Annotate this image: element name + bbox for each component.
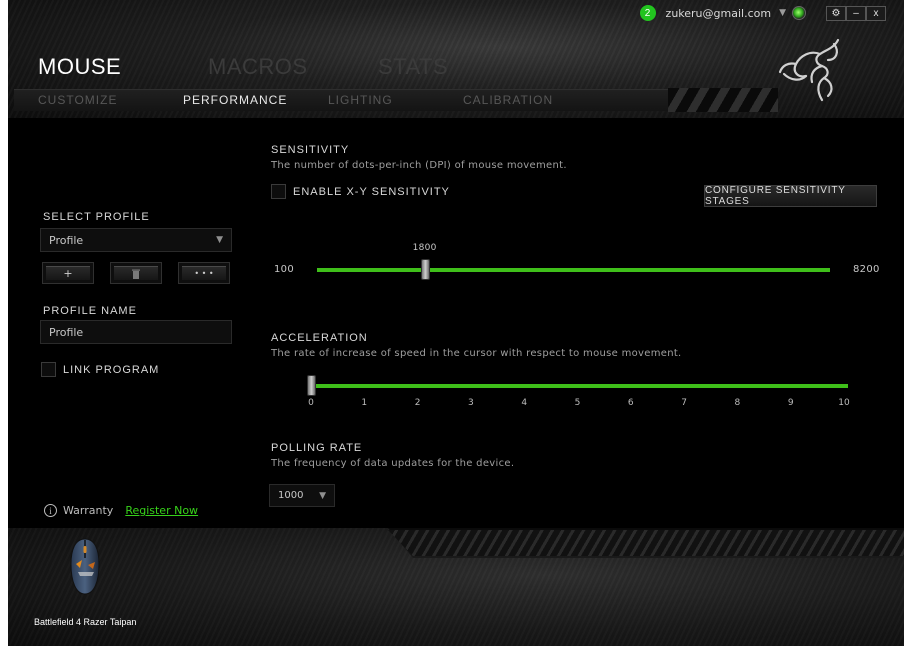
- polling-rate-select[interactable]: 1000 ▼: [269, 484, 335, 507]
- sub-tabs: CUSTOMIZE PERFORMANCE LIGHTING CALIBRATI…: [38, 93, 608, 107]
- select-profile-label: SELECT PROFILE: [43, 211, 150, 223]
- razer-logo-icon: [778, 38, 840, 102]
- acceleration-tick-label: 6: [627, 398, 634, 408]
- acceleration-tick-label: 7: [681, 398, 687, 408]
- configure-sensitivity-stages-button[interactable]: CONFIGURE SENSITIVITY STAGES: [704, 185, 877, 207]
- main-tabs: MOUSE MACROS STATS: [38, 54, 548, 80]
- acceleration-tick-label: 9: [787, 398, 794, 408]
- notification-badge[interactable]: 2: [639, 5, 656, 21]
- link-program-checkbox[interactable]: [41, 362, 56, 377]
- sensitivity-slider-track[interactable]: [317, 268, 830, 272]
- title-bar: 2 zukeru@gmail.com ▼ ⚙ – x: [639, 5, 886, 21]
- profile-select-value: Profile: [49, 233, 84, 247]
- profile-name-field[interactable]: Profile: [40, 320, 232, 344]
- chevron-down-icon: ▼: [319, 490, 326, 501]
- decorative-stripes: [668, 88, 778, 112]
- acceleration-tick-label: 4: [521, 398, 528, 408]
- polling-rate-description: The frequency of data updates for the de…: [271, 458, 515, 469]
- decorative-stripes: [388, 530, 904, 556]
- account-dropdown-icon[interactable]: ▼: [779, 8, 786, 18]
- sensitivity-max-label: 8200: [853, 264, 880, 275]
- sensitivity-value-label: 1800: [412, 243, 437, 253]
- sync-status-icon[interactable]: [792, 6, 806, 20]
- sensitivity-min-label: 100: [274, 264, 294, 275]
- sensitivity-description: The number of dots-per-inch (DPI) of mou…: [271, 160, 567, 171]
- warranty-label: Warranty: [63, 504, 114, 517]
- tab-customize[interactable]: CUSTOMIZE: [38, 93, 183, 107]
- more-options-button[interactable]: • • •: [178, 262, 230, 284]
- device-name: Battlefield 4 Razer Taipan: [34, 617, 137, 627]
- profile-name-value: Profile: [49, 325, 84, 339]
- plus-icon: +: [46, 266, 90, 280]
- acceleration-title: ACCELERATION: [271, 332, 368, 344]
- add-profile-button[interactable]: +: [42, 262, 94, 284]
- acceleration-tick-label: 8: [734, 398, 741, 408]
- register-now-link[interactable]: Register Now: [125, 504, 198, 517]
- polling-rate-title: POLLING RATE: [271, 442, 363, 454]
- close-button[interactable]: x: [866, 5, 886, 21]
- acceleration-description: The rate of increase of speed in the cur…: [271, 348, 682, 359]
- acceleration-tick-label: 10: [838, 398, 850, 408]
- mouse-device-icon[interactable]: [68, 538, 102, 596]
- settings-button[interactable]: ⚙: [826, 5, 846, 21]
- enable-xy-sensitivity-checkbox[interactable]: [271, 184, 286, 199]
- link-program-label: LINK PROGRAM: [63, 364, 160, 376]
- info-icon: i: [44, 504, 57, 517]
- tab-mouse[interactable]: MOUSE: [38, 54, 208, 80]
- acceleration-tick-label: 1: [361, 398, 368, 408]
- profile-select[interactable]: Profile ▼: [40, 228, 232, 252]
- profile-name-label: PROFILE NAME: [43, 305, 137, 317]
- delete-profile-button[interactable]: [110, 262, 162, 284]
- enable-xy-sensitivity-label: ENABLE X-Y SENSITIVITY: [293, 186, 450, 198]
- chevron-down-icon: ▼: [216, 235, 223, 245]
- razer-synapse-window: 2 zukeru@gmail.com ▼ ⚙ – x MOUSE MACROS …: [8, 0, 904, 646]
- sensitivity-slider-thumb[interactable]: [420, 259, 430, 280]
- acceleration-tick-label: 0: [308, 398, 314, 408]
- account-email[interactable]: zukeru@gmail.com: [666, 7, 772, 20]
- tab-macros[interactable]: MACROS: [208, 54, 378, 80]
- sensitivity-title: SENSITIVITY: [271, 144, 350, 156]
- tab-stats[interactable]: STATS: [378, 54, 548, 80]
- trash-icon: [114, 266, 158, 280]
- acceleration-slider-thumb[interactable]: [307, 375, 316, 396]
- tab-performance[interactable]: PERFORMANCE: [183, 93, 328, 107]
- tab-lighting[interactable]: LIGHTING: [328, 93, 463, 107]
- acceleration-tick-label: 3: [468, 398, 474, 408]
- tab-calibration[interactable]: CALIBRATION: [463, 93, 608, 107]
- acceleration-tick-label: 5: [574, 398, 581, 408]
- minimize-button[interactable]: –: [846, 5, 866, 21]
- more-icon: • • •: [182, 266, 226, 280]
- acceleration-slider-track[interactable]: [311, 384, 848, 388]
- acceleration-tick-label: 2: [414, 398, 421, 408]
- warranty-row: i Warranty Register Now: [44, 504, 198, 517]
- polling-rate-value: 1000: [278, 490, 304, 501]
